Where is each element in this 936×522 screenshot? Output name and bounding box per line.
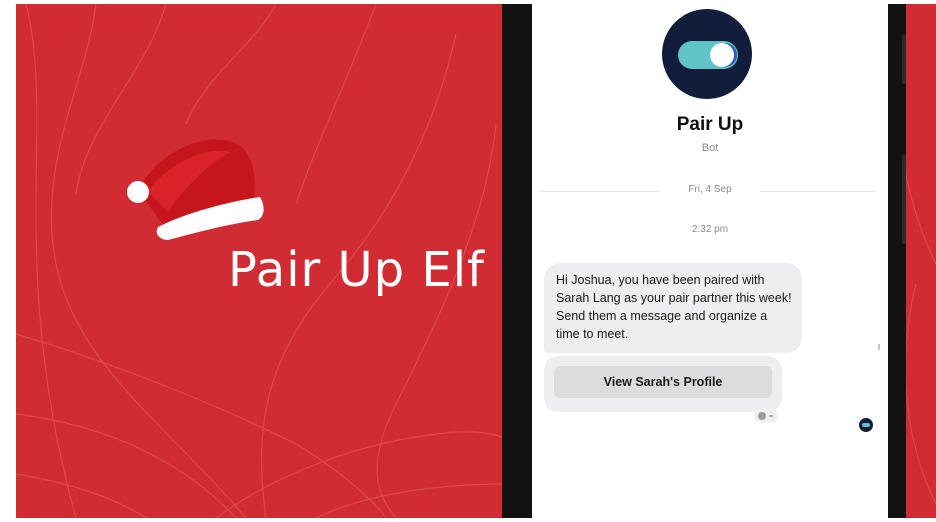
- phone-side-button: [902, 154, 906, 244]
- add-reaction-icon[interactable]: [754, 409, 778, 423]
- message-action-card: View Sarah's Profile: [544, 356, 782, 412]
- scrollbar[interactable]: [878, 344, 880, 350]
- phone-side-button: [902, 34, 906, 84]
- view-profile-button[interactable]: View Sarah's Profile: [554, 366, 772, 398]
- bot-avatar[interactable]: [662, 9, 752, 99]
- chat-screen: Pair Up Bot Fri, 4 Sep 2:32 pm Hi Joshua…: [532, 4, 888, 518]
- date-label: Fri, 4 Sep: [660, 184, 760, 195]
- santa-hat-icon: [127, 139, 264, 240]
- message-bubble: Hi Joshua, you have been paired with Sar…: [544, 263, 802, 353]
- seen-avatar-icon: [859, 418, 873, 432]
- time-label: 2:32 pm: [691, 224, 729, 235]
- brand-title: Pair Up Elf: [228, 242, 485, 298]
- plus-icon: [769, 415, 773, 417]
- bot-name: Pair Up: [676, 114, 744, 135]
- toggle-knob: [710, 43, 734, 67]
- emoji-icon: [758, 412, 766, 420]
- toggle-switch-icon: [678, 41, 738, 69]
- bot-subtitle: Bot: [701, 142, 719, 154]
